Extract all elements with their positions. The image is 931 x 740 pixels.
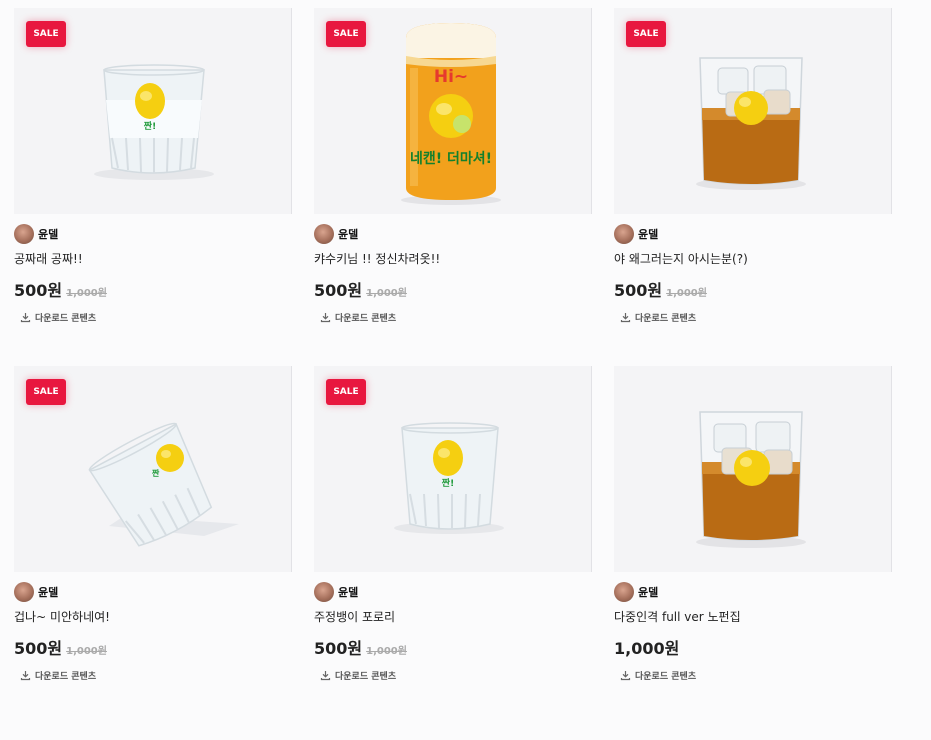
glass-text-bottom: 네캔! 더마셔! — [410, 150, 492, 167]
sale-badge: SALE — [26, 379, 66, 405]
sale-badge: SALE — [26, 21, 66, 47]
original-price: 1,000원 — [66, 288, 107, 299]
price-row: 1,000원 — [614, 635, 679, 659]
product-card[interactable]: 윤델 다중인격 full ver 노펀집 1,000원 다운로드 콘텐츠 — [614, 366, 892, 682]
avatar[interactable] — [14, 224, 34, 244]
download-label: 다운로드 콘텐츠 — [335, 672, 397, 682]
author[interactable]: 윤델 — [614, 224, 658, 244]
download-label: 다운로드 콘텐츠 — [635, 672, 697, 682]
sale-badge: SALE — [326, 21, 366, 47]
avatar[interactable] — [614, 582, 634, 602]
product-card[interactable]: 짠! SALE 윤델 주정뱅이 포로리 500원 1,000원 다운로드 콘텐츠 — [314, 366, 592, 682]
price-row: 500원 1,000원 — [14, 635, 107, 659]
product-card[interactable]: 짠 SALE 윤델 겁나~ 미안하네여! 500원 1,000원 다운로드 콘텐… — [14, 366, 292, 682]
product-card[interactable]: 짠! SALE 윤델 공짜래 공짜!! 500원 1,000원 다운로드 콘텐츠 — [14, 8, 292, 324]
sale-price: 500원 — [614, 281, 663, 300]
author[interactable]: 윤델 — [14, 582, 58, 602]
price-row: 500원 1,000원 — [614, 277, 707, 301]
avatar[interactable] — [314, 224, 334, 244]
author-name[interactable]: 윤델 — [338, 226, 358, 242]
original-price: 1,000원 — [366, 288, 407, 299]
download-label: 다운로드 콘텐츠 — [35, 314, 97, 324]
download-label: 다운로드 콘텐츠 — [335, 314, 397, 324]
author-name[interactable]: 윤델 — [638, 226, 658, 242]
sale-price: 1,000원 — [614, 639, 680, 658]
download-label: 다운로드 콘텐츠 — [35, 672, 97, 682]
whiskey-glass-image — [696, 411, 806, 548]
download-badge: 다운로드 콘텐츠 — [320, 669, 396, 682]
product-title[interactable]: 겁나~ 미안하네여! — [14, 608, 110, 625]
download-badge: 다운로드 콘텐츠 — [20, 311, 96, 324]
sale-badge: SALE — [326, 379, 366, 405]
download-icon — [20, 671, 31, 681]
sale-price: 500원 — [314, 281, 363, 300]
author[interactable]: 윤델 — [614, 582, 658, 602]
avatar[interactable] — [14, 582, 34, 602]
price-row: 500원 1,000원 — [314, 277, 407, 301]
download-icon — [620, 671, 631, 681]
author-name[interactable]: 윤델 — [638, 584, 658, 600]
author[interactable]: 윤델 — [314, 582, 358, 602]
product-thumbnail[interactable] — [614, 366, 892, 572]
sale-price: 500원 — [14, 639, 63, 658]
glass-text-top: Hi~ — [434, 67, 468, 87]
original-price: 1,000원 — [66, 646, 107, 657]
product-title[interactable]: 주정뱅이 포로리 — [314, 608, 395, 625]
sale-price: 500원 — [14, 281, 63, 300]
author-name[interactable]: 윤델 — [338, 584, 358, 600]
svg-text:짠: 짠 — [152, 468, 160, 478]
avatar[interactable] — [614, 224, 634, 244]
glass-label: 짠! — [144, 120, 156, 132]
download-label: 다운로드 콘텐츠 — [635, 314, 697, 324]
original-price: 1,000원 — [366, 646, 407, 657]
price-row: 500원 1,000원 — [314, 635, 407, 659]
download-icon — [320, 313, 331, 323]
glass-label: 짠! — [442, 477, 454, 489]
author[interactable]: 윤델 — [314, 224, 358, 244]
download-icon — [620, 313, 631, 323]
price-row: 500원 1,000원 — [14, 277, 107, 301]
author-name[interactable]: 윤델 — [38, 226, 58, 242]
product-thumbnail[interactable]: Hi~ 네캔! 더마셔! SALE — [314, 8, 592, 214]
download-badge: 다운로드 콘텐츠 — [320, 311, 396, 324]
download-badge: 다운로드 콘텐츠 — [20, 669, 96, 682]
product-card[interactable]: Hi~ 네캔! 더마셔! SALE 윤델 캬수키님 !! 정신차려옷!! 500… — [314, 8, 592, 324]
download-badge: 다운로드 콘텐츠 — [620, 669, 696, 682]
author-name[interactable]: 윤델 — [38, 584, 58, 600]
product-title[interactable]: 공짜래 공짜!! — [14, 250, 83, 267]
product-title[interactable]: 캬수키님 !! 정신차려옷!! — [314, 250, 440, 267]
sale-price: 500원 — [314, 639, 363, 658]
sale-badge: SALE — [626, 21, 666, 47]
product-thumbnail[interactable]: 짠! SALE — [314, 366, 592, 572]
download-icon — [20, 313, 31, 323]
product-thumbnail[interactable]: 짠 SALE — [14, 366, 292, 572]
author[interactable]: 윤델 — [14, 224, 58, 244]
product-thumbnail[interactable]: SALE — [614, 8, 892, 214]
download-icon — [320, 671, 331, 681]
download-badge: 다운로드 콘텐츠 — [620, 311, 696, 324]
original-price: 1,000원 — [666, 288, 707, 299]
avatar[interactable] — [314, 582, 334, 602]
product-card[interactable]: SALE 윤델 야 왜그러는지 아시는분(?) 500원 1,000원 다운로드… — [614, 8, 892, 324]
product-title[interactable]: 야 왜그러는지 아시는분(?) — [614, 250, 748, 267]
product-thumbnail[interactable]: 짠! SALE — [14, 8, 292, 214]
product-title[interactable]: 다중인격 full ver 노펀집 — [614, 608, 741, 625]
